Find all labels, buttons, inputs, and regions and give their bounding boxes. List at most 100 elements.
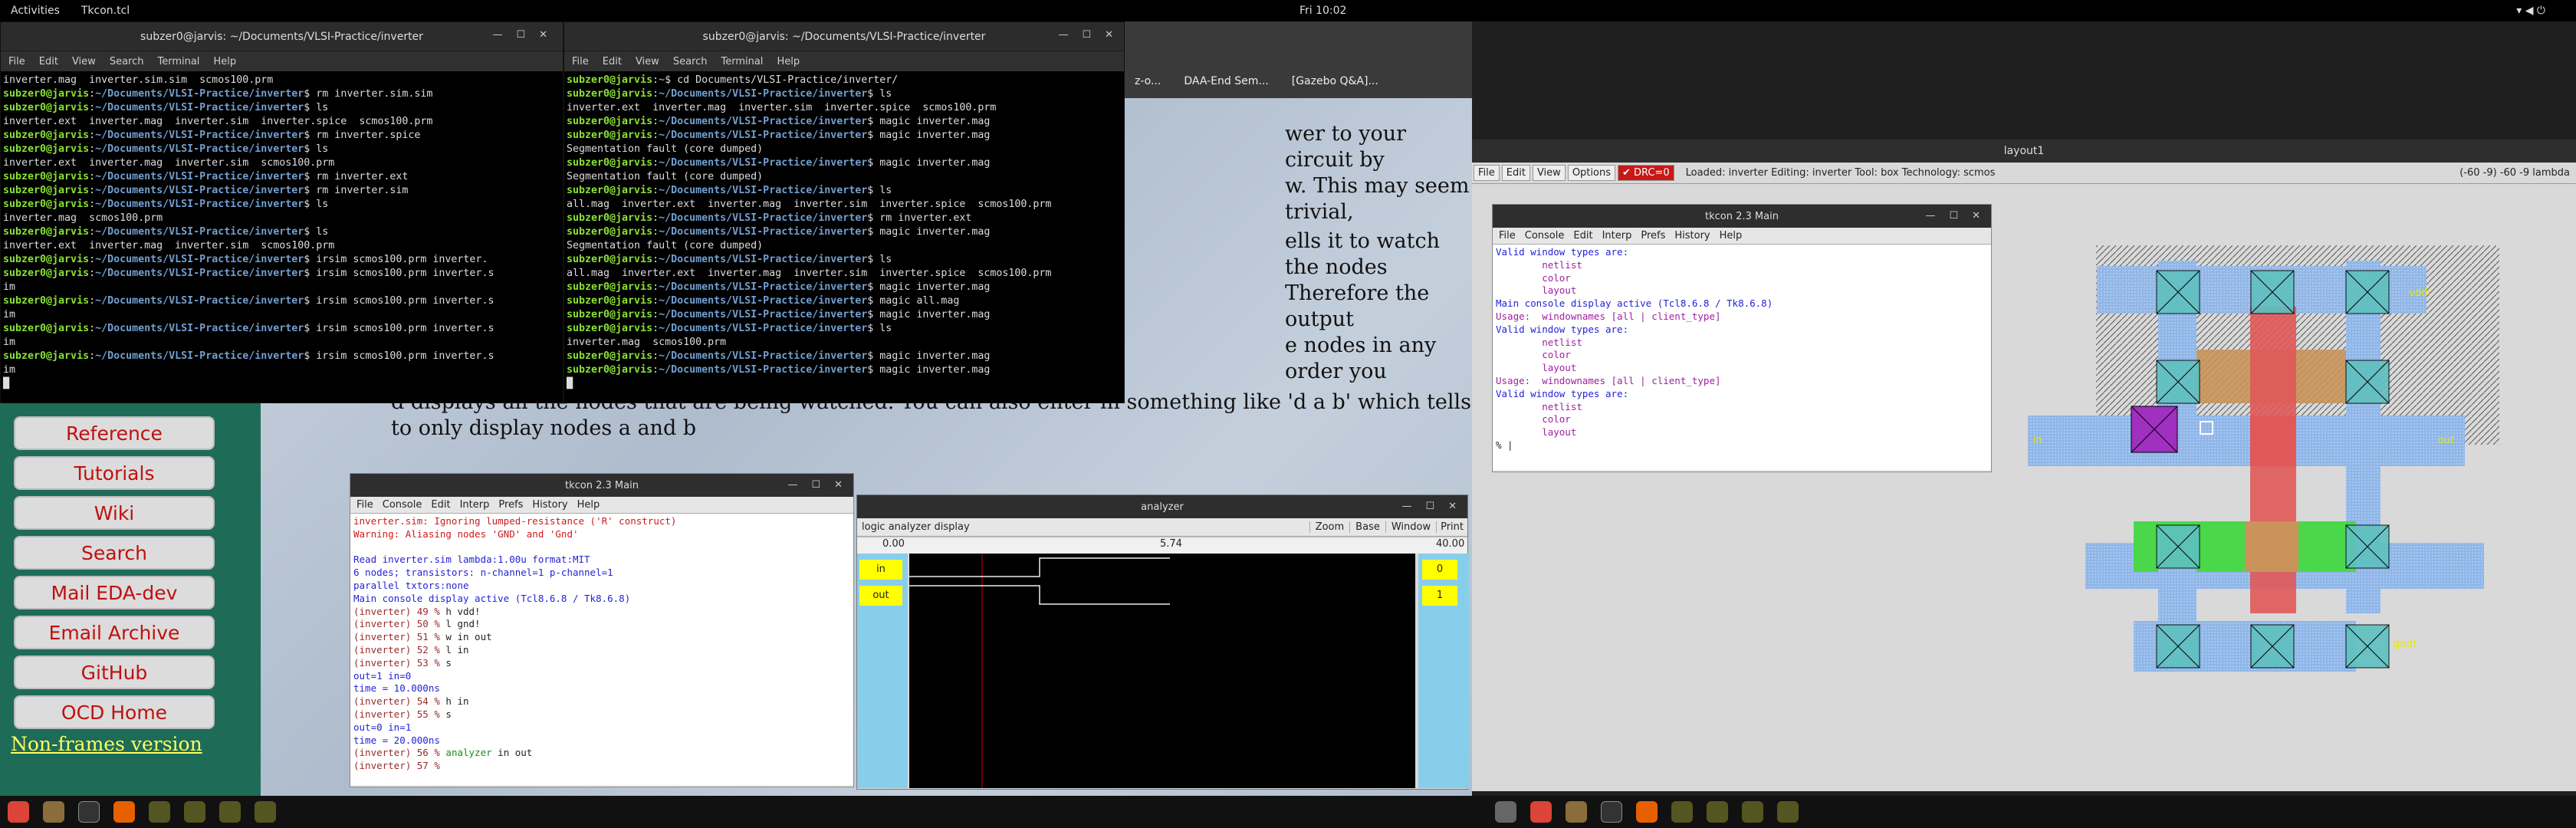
- menu-search[interactable]: Search: [673, 56, 708, 67]
- minimize-icon[interactable]: —: [1058, 29, 1068, 41]
- layout-menu-options[interactable]: Options: [1567, 165, 1615, 181]
- menu-interp[interactable]: Interp: [1602, 230, 1632, 242]
- tkcon-magic-output[interactable]: Valid window types are: netlist color la…: [1493, 245, 1991, 470]
- signal-in[interactable]: in: [859, 560, 902, 580]
- menu-history[interactable]: History: [1674, 230, 1710, 242]
- terminal-icon[interactable]: [78, 801, 100, 823]
- base-button[interactable]: Base: [1349, 521, 1385, 533]
- tab-3[interactable]: [Gazebo Q&A]...: [1292, 75, 1378, 87]
- minimize-icon[interactable]: —: [1925, 210, 1935, 222]
- nav-search[interactable]: Search: [14, 536, 215, 570]
- menu-search[interactable]: Search: [110, 56, 144, 67]
- nav-mail[interactable]: Mail EDA-dev: [14, 576, 215, 610]
- maximize-icon[interactable]: ☐: [1949, 210, 1958, 222]
- text-line-2: w. This may seem trivial,: [1285, 174, 1470, 224]
- time-end: 40.00: [1436, 538, 1465, 550]
- firefox-icon[interactable]: [1636, 801, 1658, 823]
- layout-menu-view[interactable]: View: [1532, 165, 1566, 181]
- system-tray[interactable]: ▾ ◀ ⏻: [2516, 5, 2545, 17]
- menu-help[interactable]: Help: [577, 499, 600, 511]
- menu-prefs[interactable]: Prefs: [498, 499, 523, 511]
- minimize-icon[interactable]: —: [1401, 501, 1411, 512]
- non-frames-link[interactable]: Non-frames version: [11, 733, 202, 755]
- nav-ocd-home[interactable]: OCD Home: [14, 695, 215, 729]
- maximize-icon[interactable]: ☐: [811, 479, 820, 491]
- tkcon-magic-window[interactable]: tkcon 2.3 Main — ☐ ✕ File Console Edit Interp…: [1492, 204, 1992, 472]
- app-icon-6[interactable]: [1707, 801, 1728, 823]
- menu-file[interactable]: File: [356, 499, 373, 511]
- menu-history[interactable]: History: [532, 499, 567, 511]
- menu-console[interactable]: Console: [1525, 230, 1565, 242]
- close-icon[interactable]: ✕: [1972, 210, 1980, 222]
- app-icon-2[interactable]: [184, 801, 205, 823]
- firefox-icon[interactable]: [113, 801, 135, 823]
- menu-edit[interactable]: Edit: [431, 499, 450, 511]
- maximize-icon[interactable]: ☐: [516, 29, 525, 41]
- app-icon-5[interactable]: [1671, 801, 1693, 823]
- maximize-icon[interactable]: ☐: [1082, 29, 1091, 41]
- menu-terminal[interactable]: Terminal: [721, 56, 763, 67]
- terminal-1-output[interactable]: inverter.mag inverter.sim.sim scmos100.p…: [1, 71, 563, 402]
- app-grid-icon[interactable]: [1495, 801, 1516, 823]
- nav-github[interactable]: GitHub: [14, 656, 215, 689]
- terminal-window-2[interactable]: subzer0@jarvis: ~/Documents/VLSI-Practic…: [564, 21, 1125, 403]
- app-icon-8[interactable]: [1777, 801, 1799, 823]
- menu-help[interactable]: Help: [777, 56, 800, 67]
- close-icon[interactable]: ✕: [1105, 29, 1113, 41]
- app-icon-7[interactable]: [1742, 801, 1763, 823]
- layout-menu-file[interactable]: File: [1474, 165, 1500, 181]
- menu-file[interactable]: File: [1499, 230, 1516, 242]
- menu-prefs[interactable]: Prefs: [1641, 230, 1665, 242]
- label-gnd: gnd!: [2394, 639, 2417, 650]
- layout-menu-edit[interactable]: Edit: [1501, 165, 1530, 181]
- app-menu[interactable]: Tkcon.tcl: [81, 5, 130, 17]
- minimize-icon[interactable]: —: [492, 29, 502, 41]
- nav-email-archive[interactable]: Email Archive: [14, 616, 215, 649]
- maximize-icon[interactable]: ☐: [1425, 501, 1434, 512]
- menu-file[interactable]: File: [572, 56, 589, 67]
- window-button[interactable]: Window: [1385, 521, 1436, 533]
- clock[interactable]: Fri 10:02: [1300, 5, 1346, 17]
- print-button[interactable]: Print: [1436, 521, 1467, 533]
- tab-1[interactable]: z-o...: [1135, 75, 1161, 87]
- tab-2[interactable]: DAA-End Sem...: [1184, 75, 1268, 87]
- menu-help[interactable]: Help: [1720, 230, 1743, 242]
- chrome-icon[interactable]: [8, 801, 29, 823]
- terminal-icon[interactable]: [1601, 801, 1622, 823]
- files-icon[interactable]: [1566, 801, 1587, 823]
- close-icon[interactable]: ✕: [834, 479, 843, 491]
- nav-reference[interactable]: Reference: [14, 416, 215, 450]
- nav-tutorials[interactable]: Tutorials: [14, 456, 215, 490]
- menu-edit[interactable]: Edit: [603, 56, 622, 67]
- time-ruler: 0.00 5.74 40.00: [857, 538, 1467, 554]
- taskbar-left: [0, 796, 1472, 828]
- menu-file[interactable]: File: [8, 56, 25, 67]
- menu-view[interactable]: View: [636, 56, 659, 67]
- menu-edit[interactable]: Edit: [1573, 230, 1592, 242]
- minimize-icon[interactable]: —: [787, 479, 797, 491]
- activities-button[interactable]: Activities: [11, 5, 60, 17]
- nav-wiki[interactable]: Wiki: [14, 496, 215, 530]
- menu-help[interactable]: Help: [213, 56, 236, 67]
- close-icon[interactable]: ✕: [539, 29, 547, 41]
- terminal-window-1[interactable]: subzer0@jarvis: ~/Documents/VLSI-Practic…: [0, 21, 564, 403]
- menu-console[interactable]: Console: [383, 499, 422, 511]
- files-icon[interactable]: [43, 801, 64, 823]
- menu-terminal[interactable]: Terminal: [157, 56, 199, 67]
- menu-view[interactable]: View: [72, 56, 96, 67]
- signal-out[interactable]: out: [859, 586, 902, 606]
- app-icon-3[interactable]: [219, 801, 241, 823]
- close-icon[interactable]: ✕: [1448, 501, 1457, 512]
- zoom-button[interactable]: Zoom: [1309, 521, 1349, 533]
- menu-edit[interactable]: Edit: [39, 56, 58, 67]
- waveform-display[interactable]: [909, 554, 1415, 788]
- analyzer-window[interactable]: analyzer — ☐ ✕ logic analyzer display Zoom…: [856, 495, 1469, 790]
- tkcon-main-window[interactable]: tkcon 2.3 Main — ☐ ✕ File Console Edit Interp…: [350, 473, 854, 787]
- menu-interp[interactable]: Interp: [460, 499, 490, 511]
- app-icon-1[interactable]: [149, 801, 170, 823]
- terminal-2-output[interactable]: subzer0@jarvis:~$ cd Documents/VLSI-Prac…: [564, 71, 1124, 402]
- tkcon-console-output[interactable]: inverter.sim: Ignoring lumped-resistance…: [350, 514, 853, 785]
- chrome-icon[interactable]: [1530, 801, 1552, 823]
- app-icon-4[interactable]: [255, 801, 276, 823]
- drc-indicator[interactable]: ✔ DRC=0: [1617, 165, 1674, 181]
